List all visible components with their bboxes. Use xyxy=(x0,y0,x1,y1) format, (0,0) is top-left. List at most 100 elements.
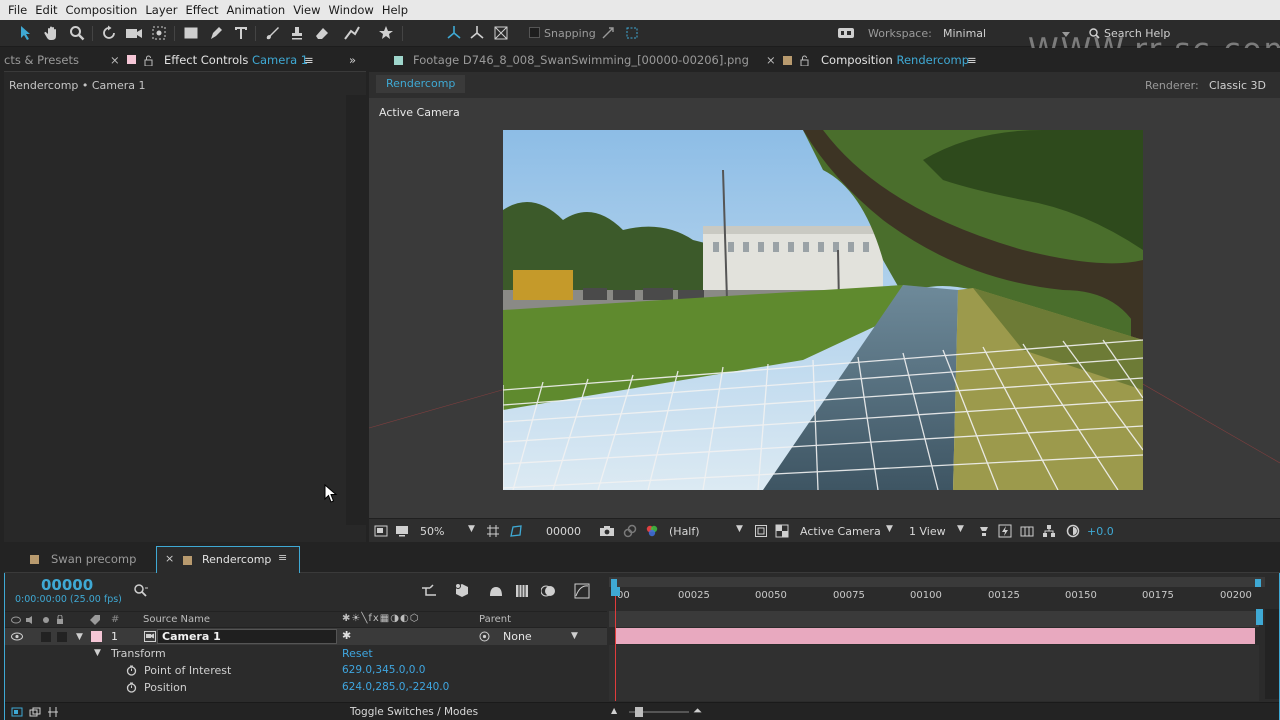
tab-effect-controls[interactable]: Effect Controls Camera 1 xyxy=(164,48,308,72)
pixel-aspect-icon[interactable] xyxy=(974,521,994,541)
eraser-tool-icon[interactable] xyxy=(312,23,332,43)
menu-file[interactable]: File xyxy=(4,3,31,17)
menu-layer[interactable]: Layer xyxy=(141,3,181,17)
solo-switch[interactable] xyxy=(41,632,51,642)
expand-arrow-icon[interactable]: ▼ xyxy=(94,648,101,658)
table-row[interactable]: ▼ 1 Camera 1 ✱ None ▼ xyxy=(5,628,607,645)
panel-menu-icon[interactable]: ≡ xyxy=(967,48,977,72)
column-source-name[interactable]: Source Name xyxy=(143,614,210,625)
camera-view-dropdown[interactable]: Active Camera xyxy=(800,525,881,538)
show-snapshot-icon[interactable] xyxy=(620,521,640,541)
transform-group-row[interactable]: ▼ Transform Reset xyxy=(5,645,607,662)
lock-icon[interactable] xyxy=(144,48,153,72)
timeline-icon[interactable] xyxy=(1017,521,1037,541)
transfer-controls-icon[interactable] xyxy=(29,707,41,717)
zoom-dropdown-arrow-icon[interactable]: ▼ xyxy=(468,524,475,534)
snap-features-icon[interactable] xyxy=(622,23,642,43)
zoom-slider-handle[interactable] xyxy=(635,707,643,717)
tab-swan-precomp[interactable]: Swan precomp xyxy=(51,547,136,571)
composition-flowchart-icon[interactable] xyxy=(419,581,439,601)
column-parent[interactable]: Parent xyxy=(479,614,511,625)
close-tab-icon[interactable]: × xyxy=(165,552,174,565)
zoom-tool-icon[interactable] xyxy=(67,23,87,43)
property-row[interactable]: Point of Interest 629.0,345.0,0.0 xyxy=(5,662,607,679)
layer-search-field[interactable] xyxy=(133,583,408,601)
property-row[interactable]: Position 624.0,285.0,-2240.0 xyxy=(5,679,607,696)
reset-exposure-icon[interactable] xyxy=(1063,521,1083,541)
close-tab-icon[interactable]: × xyxy=(110,48,120,72)
local-axis-icon[interactable] xyxy=(444,23,464,43)
transparency-grid-icon[interactable] xyxy=(772,521,792,541)
panel-menu-icon[interactable]: ≡ xyxy=(304,48,314,72)
tab-footage[interactable]: Footage D746_8_008_SwanSwimming_[00000-0… xyxy=(413,48,749,72)
composition-viewer[interactable]: Active Camera xyxy=(369,98,1280,518)
menu-window[interactable]: Window xyxy=(324,3,377,17)
camera-view-arrow-icon[interactable]: ▼ xyxy=(886,524,893,534)
motion-blur-icon[interactable] xyxy=(539,581,559,601)
mask-visibility-icon[interactable] xyxy=(506,521,526,541)
world-axis-icon[interactable] xyxy=(467,23,487,43)
region-of-interest-icon[interactable] xyxy=(751,521,771,541)
menu-composition[interactable]: Composition xyxy=(62,3,142,17)
lock-icon[interactable] xyxy=(800,48,809,72)
stopwatch-icon[interactable] xyxy=(126,665,137,676)
camera-tool-icon[interactable] xyxy=(124,23,144,43)
tab-composition[interactable]: Composition Rendercomp xyxy=(821,48,969,72)
view-layout-arrow-icon[interactable]: ▼ xyxy=(957,524,964,534)
resolution-dropdown[interactable]: (Half) xyxy=(669,525,700,538)
menu-view[interactable]: View xyxy=(289,3,324,17)
zoom-out-icon[interactable]: ▲ xyxy=(611,706,617,715)
fast-previews-icon[interactable] xyxy=(995,521,1015,541)
parent-dropdown-arrow-icon[interactable]: ▼ xyxy=(571,631,578,641)
puppet-tool-icon[interactable] xyxy=(376,23,396,43)
selection-tool-icon[interactable] xyxy=(16,23,36,43)
in-out-controls-icon[interactable] xyxy=(47,706,59,718)
lock-switch[interactable] xyxy=(57,632,67,642)
timeline-scrollbar[interactable] xyxy=(1265,609,1279,699)
comp-end-marker[interactable] xyxy=(1256,609,1263,625)
draft-3d-icon[interactable] xyxy=(452,581,472,601)
view-layout-dropdown[interactable]: 1 View xyxy=(909,525,946,538)
parent-dropdown[interactable]: None xyxy=(503,630,532,643)
workspace-icon[interactable] xyxy=(836,23,856,43)
clone-stamp-tool-icon[interactable] xyxy=(287,23,307,43)
menu-animation[interactable]: Animation xyxy=(223,3,290,17)
collapse-switch-icon[interactable]: ✱ xyxy=(342,629,351,642)
pan-behind-tool-icon[interactable] xyxy=(149,23,169,43)
channel-colors-icon[interactable] xyxy=(642,521,662,541)
snapshot-camera-icon[interactable] xyxy=(597,521,617,541)
toggle-switches-modes-button[interactable]: Toggle Switches / Modes xyxy=(350,706,478,718)
pen-tool-icon[interactable] xyxy=(206,23,226,43)
tab-rendercomp-active[interactable]: × Rendercomp ≡ xyxy=(156,546,300,573)
roto-brush-tool-icon[interactable] xyxy=(342,23,362,43)
menu-help[interactable]: Help xyxy=(378,3,412,17)
panel-menu-icon[interactable]: ≡ xyxy=(278,551,287,564)
hand-tool-icon[interactable] xyxy=(42,23,62,43)
exposure-value[interactable]: +0.0 xyxy=(1087,525,1114,538)
current-time-display[interactable]: 00000 xyxy=(546,525,581,538)
property-value[interactable]: 624.0,285.0,-2240.0 xyxy=(342,681,449,693)
zoom-in-icon[interactable]: ⏶ xyxy=(693,704,702,718)
view-axis-icon[interactable] xyxy=(491,23,511,43)
work-area-end-handle[interactable] xyxy=(1255,579,1261,587)
always-preview-icon[interactable] xyxy=(371,521,391,541)
graph-editor-icon[interactable] xyxy=(572,581,592,601)
property-value[interactable]: 629.0,345.0,0.0 xyxy=(342,664,426,676)
pickwhip-icon[interactable] xyxy=(479,631,490,642)
type-tool-icon[interactable] xyxy=(231,23,251,43)
monitor-icon[interactable] xyxy=(392,521,412,541)
flowchart-icon[interactable] xyxy=(1039,521,1059,541)
renderer-dropdown[interactable]: Classic 3D xyxy=(1209,79,1266,92)
resolution-dropdown-arrow-icon[interactable]: ▼ xyxy=(736,524,743,534)
layer-switches-toggle-icon[interactable] xyxy=(11,707,23,717)
camera-layer-bar[interactable] xyxy=(615,628,1255,644)
tab-effects-presets[interactable]: cts & Presets xyxy=(4,48,79,72)
snap-edges-icon[interactable] xyxy=(598,23,618,43)
time-ruler[interactable]: 00 00025 00050 00075 00100 00125 00150 0… xyxy=(609,587,1265,609)
frame-blending-icon[interactable] xyxy=(512,581,532,601)
work-area-bar[interactable] xyxy=(609,577,1265,587)
resolution-grid-icon[interactable] xyxy=(483,521,503,541)
brush-tool-icon[interactable] xyxy=(262,23,282,43)
work-area-start-handle[interactable] xyxy=(611,579,617,587)
zoom-dropdown[interactable]: 50% xyxy=(420,525,444,538)
